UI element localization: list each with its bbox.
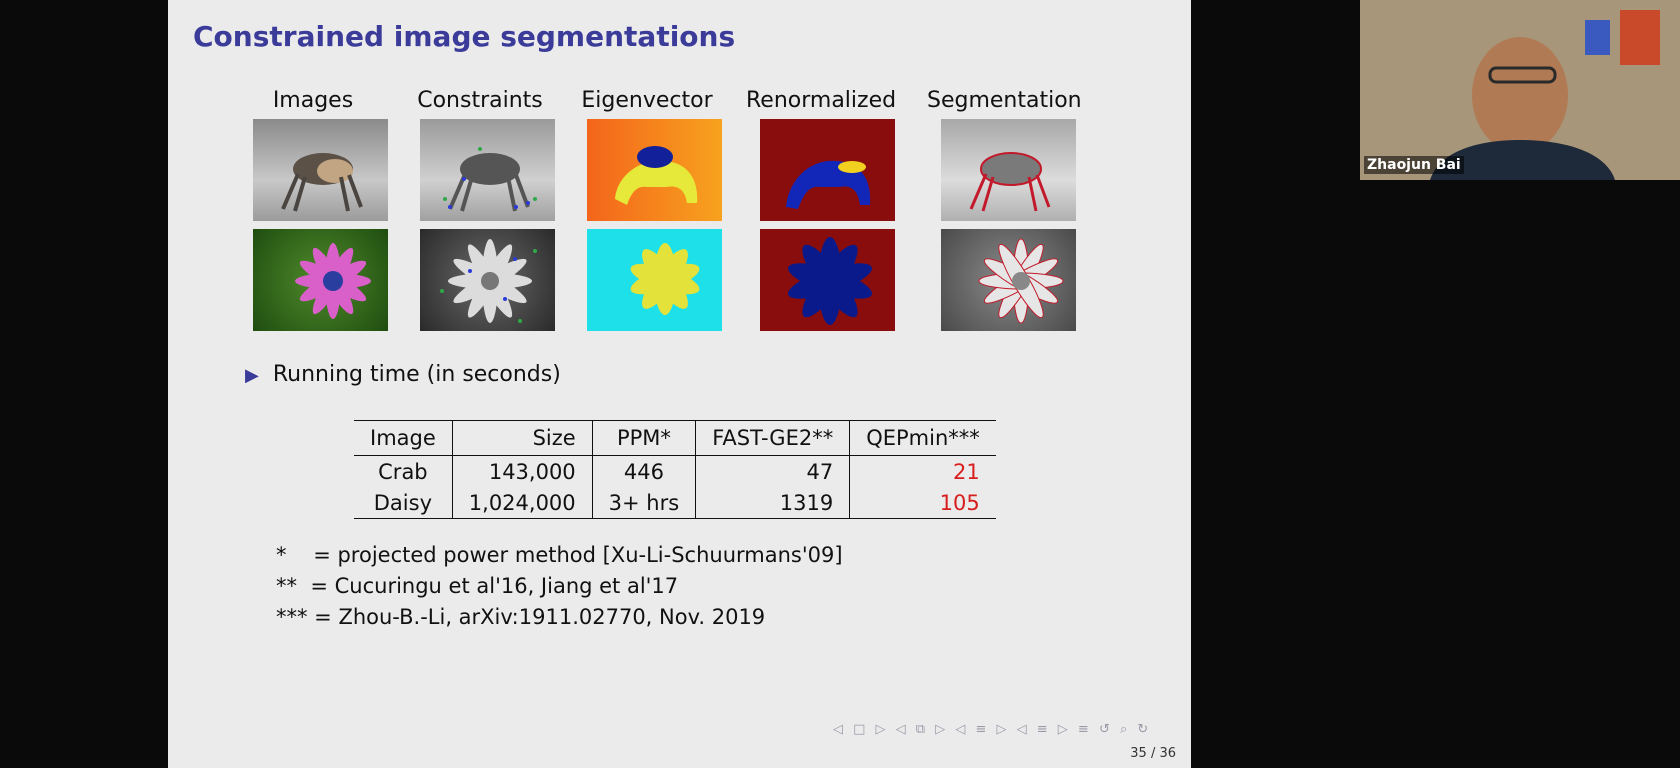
cell-qepmin: 21 — [849, 455, 996, 487]
crab-image — [253, 119, 388, 221]
cell-qepmin: 105 — [849, 487, 996, 519]
table-header-row: Image Size PPM* FAST-GE2** QEPmin*** — [354, 420, 996, 456]
header-qepmin: QEPmin*** — [849, 420, 996, 456]
bullet-text: Running time (in seconds) — [272, 362, 561, 387]
footnote-fast-ge2: ** = Cucuringu et al'16, Jiang et al'17 — [276, 574, 679, 598]
footnote-qepmin: *** = Zhou-B.-Li, arXiv:1911.02770, Nov.… — [276, 605, 766, 629]
beamer-navigation-icons[interactable]: ◁ □ ▷ ◁ ⧉ ▷ ◁ ≡ ▷ ◁ ≡ ▷ ≡ ↺ ⌕ ↻ — [833, 722, 1151, 737]
header-image: Image — [354, 420, 453, 456]
cell-ppm: 446 — [591, 455, 696, 487]
table-row: Crab 143,000 446 47 21 — [354, 455, 996, 487]
participant-avatar — [1360, 0, 1680, 180]
cell-image: Crab — [378, 459, 428, 484]
cell-image: Daisy — [354, 487, 453, 519]
page-indicator: 35 / 36 — [1130, 746, 1176, 761]
column-header-constraints: Constraints — [417, 88, 543, 113]
cell-fast-ge2: 47 — [695, 455, 850, 487]
cell-fast-ge2: 1319 — [695, 487, 850, 519]
daisy-image — [253, 229, 388, 331]
cell-size: 143,000 — [451, 455, 593, 487]
participant-name: Zhaojun Bai — [1364, 156, 1464, 174]
daisy-renormalized-image — [760, 229, 895, 331]
participant-video-tile[interactable]: Zhaojun Bai — [1360, 0, 1680, 180]
daisy-segmentation-image — [941, 229, 1076, 331]
column-header-eigenvector: Eigenvector — [581, 88, 713, 113]
crab-eigenvector-image — [587, 119, 722, 221]
footnote-ppm: * = projected power method [Xu-Li-Schuur… — [276, 543, 843, 567]
cell-ppm: 3+ hrs — [591, 487, 696, 519]
daisy-constraints-image — [420, 229, 555, 331]
presentation-slide: Constrained image segmentations Images C… — [168, 0, 1191, 768]
slide-title: Constrained image segmentations — [193, 20, 736, 53]
table-row: Daisy 1,024,000 3+ hrs 1319 105 — [354, 487, 996, 519]
daisy-eigenvector-image — [587, 229, 722, 331]
runtime-table: Image Size PPM* FAST-GE2** QEPmin*** Cra… — [354, 420, 996, 519]
column-header-images: Images — [272, 88, 354, 113]
header-fast-ge2: FAST-GE2** — [695, 420, 850, 456]
crab-segmentation-image — [941, 119, 1076, 221]
column-header-segmentation: Segmentation — [927, 88, 1082, 113]
crab-renormalized-image — [760, 119, 895, 221]
header-ppm: PPM* — [591, 420, 696, 456]
bullet-triangle-icon: ▶ — [245, 365, 259, 386]
header-size: Size — [451, 420, 593, 456]
cell-size: 1,024,000 — [451, 487, 593, 519]
crab-constraints-image — [420, 119, 555, 221]
bullet-running-time: ▶ Running time (in seconds) — [245, 362, 561, 387]
column-header-renormalized: Renormalized — [746, 88, 897, 113]
